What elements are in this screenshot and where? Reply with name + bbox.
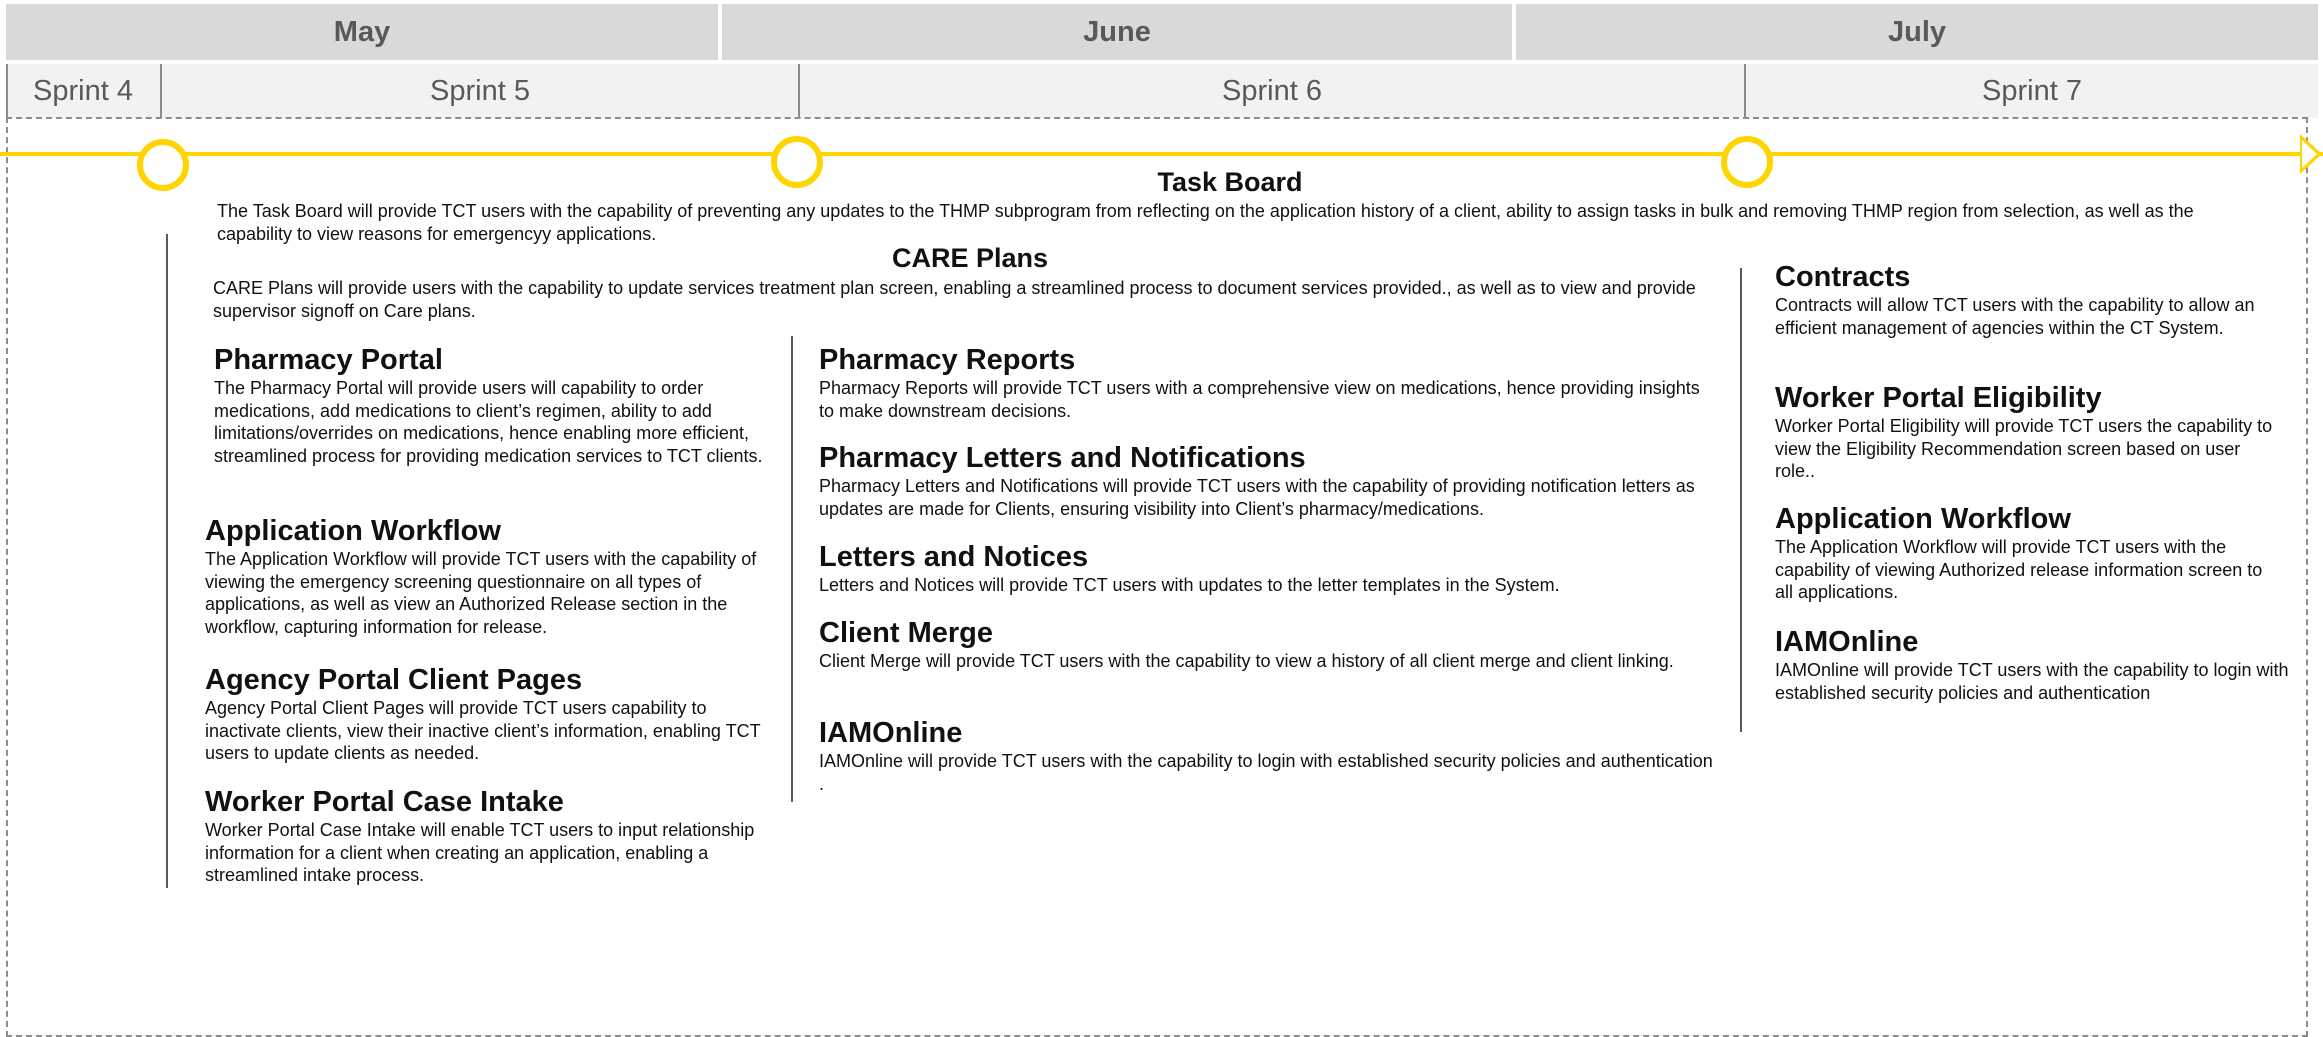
feature-description: Worker Portal Case Intake will enable TC… xyxy=(205,820,755,885)
feature-pharmacy-letters-notifications: Pharmacy Letters and Notifications Pharm… xyxy=(819,441,1719,520)
feature-agency-portal-client-pages: Agency Portal Client Pages Agency Portal… xyxy=(205,663,782,765)
feature-letters-notices: Letters and Notices Letters and Notices … xyxy=(819,540,1719,597)
feature-application-workflow: Application Workflow The Application Wor… xyxy=(205,514,782,638)
feature-description: The Application Workflow will provide TC… xyxy=(1775,537,2263,602)
feature-title: Client Merge xyxy=(819,617,994,649)
feature-description: Client Merge will provide TCT users with… xyxy=(819,651,1674,671)
milestone-node xyxy=(137,139,189,191)
feature-description: Pharmacy Letters and Notifications will … xyxy=(819,476,1695,519)
sprint-header-7: Sprint 7 xyxy=(1746,64,2318,118)
feature-title: Worker Portal Eligibility xyxy=(1775,382,2102,414)
feature-iamonline: IAMOnline IAMOnline will provide TCT use… xyxy=(819,716,1719,795)
feature-description: IAMOnline will provide TCT users with th… xyxy=(1775,660,2289,703)
feature-iamonline-july: IAMOnline IAMOnline will provide TCT use… xyxy=(1775,625,2295,704)
feature-description: The Pharmacy Portal will provide users w… xyxy=(214,378,763,466)
sprint-divider xyxy=(798,64,800,118)
care-plans-description: CARE Plans will provide users with the c… xyxy=(213,278,1696,321)
feature-title: Application Workflow xyxy=(205,515,501,547)
feature-application-workflow-july: Application Workflow The Application Wor… xyxy=(1775,502,2285,604)
month-header-june: June xyxy=(722,4,1512,60)
feature-description: Worker Portal Eligibility will provide T… xyxy=(1775,416,2273,481)
sprint-header-5: Sprint 5 xyxy=(162,64,798,118)
milestone-node xyxy=(1721,136,1773,188)
feature-title: Letters and Notices xyxy=(819,541,1089,573)
feature-title: Worker Portal Case Intake xyxy=(205,786,564,818)
month-header-july: July xyxy=(1516,4,2318,60)
feature-description: The Application Workflow will provide TC… xyxy=(205,549,757,637)
feature-worker-portal-eligibility: Worker Portal Eligibility Worker Portal … xyxy=(1775,381,2285,483)
feature-description: IAMOnline will provide TCT users with th… xyxy=(819,751,1713,794)
feature-description: Letters and Notices will provide TCT use… xyxy=(819,575,1560,595)
feature-title: Pharmacy Reports xyxy=(819,344,1076,376)
feature-title: Agency Portal Client Pages xyxy=(205,664,583,696)
month-header-may: May xyxy=(6,4,718,60)
task-board-title: Task Board xyxy=(1157,167,1303,197)
care-plans-title: CARE Plans xyxy=(891,243,1049,273)
feature-contracts: Contracts Contracts will allow TCT users… xyxy=(1775,260,2285,339)
feature-title: Pharmacy Portal xyxy=(214,344,443,376)
feature-description: Agency Portal Client Pages will provide … xyxy=(205,698,761,763)
feature-pharmacy-reports: Pharmacy Reports Pharmacy Reports will p… xyxy=(819,343,1719,422)
feature-description: Pharmacy Reports will provide TCT users … xyxy=(819,378,1700,421)
task-board-description: The Task Board will provide TCT users wi… xyxy=(217,201,2194,244)
feature-worker-portal-case-intake: Worker Portal Case Intake Worker Portal … xyxy=(205,785,782,887)
sprint-header-4: Sprint 4 xyxy=(6,64,160,118)
feature-description: Contracts will allow TCT users with the … xyxy=(1775,295,2255,338)
sprint-divider xyxy=(1744,64,1746,118)
feature-title: Pharmacy Letters and Notifications xyxy=(819,442,1306,474)
column-divider xyxy=(791,336,793,802)
feature-title: IAMOnline xyxy=(1775,626,1919,658)
feature-title: Application Workflow xyxy=(1775,503,2071,535)
column-divider xyxy=(166,234,168,888)
sprint-divider xyxy=(160,64,162,118)
feature-title: IAMOnline xyxy=(819,717,963,749)
sprint-divider xyxy=(6,64,8,118)
sprint-header-6: Sprint 6 xyxy=(800,64,1744,118)
column-divider xyxy=(1740,268,1742,732)
timeline-line xyxy=(0,152,2323,156)
feature-title: Contracts xyxy=(1775,261,1911,293)
milestone-node xyxy=(771,136,823,188)
feature-client-merge: Client Merge Client Merge will provide T… xyxy=(819,616,1719,673)
feature-pharmacy-portal: Pharmacy Portal The Pharmacy Portal will… xyxy=(214,343,782,467)
